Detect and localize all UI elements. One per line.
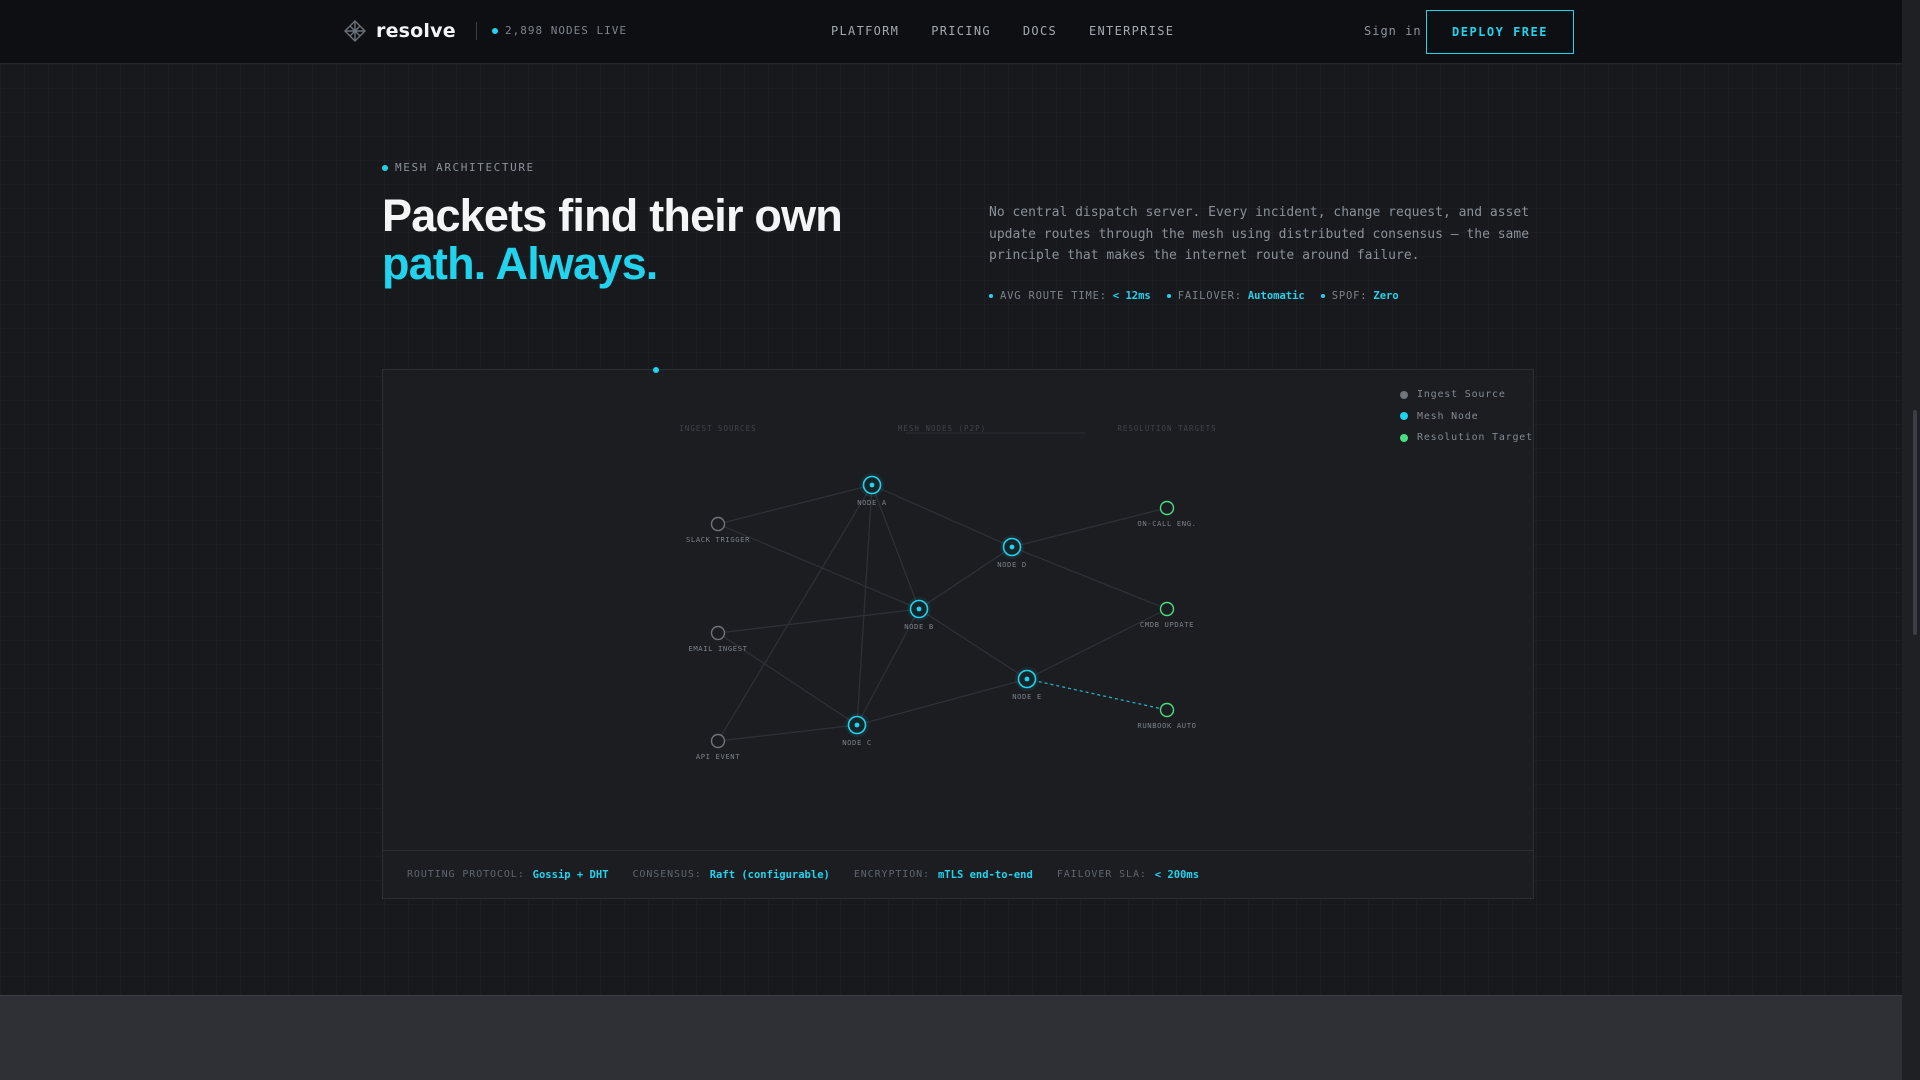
spec-label: ROUTING PROTOCOL: (407, 869, 525, 880)
node-d[interactable]: NODE D (997, 535, 1027, 569)
node-api[interactable]: API EVENT (696, 733, 740, 762)
active-route-edge (1026, 678, 1168, 711)
node-ring (710, 733, 726, 749)
spec-encryption: ENCRYPTION: mTLS end-to-end (854, 869, 1033, 881)
spec-label: CONSENSUS: (632, 869, 702, 880)
node-label: SLACK TRIGGER (686, 535, 750, 544)
mesh-graph: INGEST SOURCES MESH NODES (P2P) RESOLUTION… (679, 424, 1216, 762)
legend-label: Ingest Source (1417, 389, 1506, 401)
spec-value: Raft (configurable) (709, 868, 830, 881)
node-label: NODE C (842, 738, 872, 747)
next-section-band (0, 995, 1902, 1080)
node-label: RUNBOOK AUTO (1137, 721, 1196, 730)
spec-failover-sla: FAILOVER SLA: < 200ms (1057, 869, 1199, 881)
mesh-edge (717, 484, 873, 525)
node-core (1024, 676, 1030, 682)
node-cmdb[interactable]: CMDB UPDATE (1140, 601, 1194, 630)
diagram-spec-bar: ROUTING PROTOCOL: Gossip + DHT CONSENSUS… (383, 850, 1533, 898)
node-label: EMAIL INGEST (688, 644, 747, 653)
spec-routing: ROUTING PROTOCOL: Gossip + DHT (407, 869, 609, 881)
spec-value: Gossip + DHT (532, 868, 609, 881)
node-ring (710, 625, 726, 641)
spec-consensus: CONSENSUS: Raft (configurable) (633, 869, 830, 881)
node-label: ON-CALL ENG. (1137, 519, 1196, 528)
node-core (854, 722, 860, 728)
node-label: NODE E (1012, 692, 1042, 701)
mesh-edge (871, 484, 1013, 548)
mesh-edge (856, 484, 873, 726)
legend-item-target: Resolution Target (1400, 427, 1533, 449)
node-core (869, 482, 875, 488)
node-label: NODE D (997, 560, 1027, 569)
legend-dot-icon (1400, 390, 1408, 399)
node-oncall[interactable]: ON-CALL ENG. (1137, 500, 1196, 529)
node-runbook[interactable]: RUNBOOK AUTO (1137, 702, 1196, 731)
column-label: MESH NODES (P2P) (898, 424, 986, 433)
node-label: CMDB UPDATE (1140, 620, 1194, 629)
node-ring (1159, 702, 1175, 718)
legend-dot-icon (1400, 412, 1408, 421)
node-a[interactable]: NODE A (857, 473, 887, 507)
page-scrollbar[interactable] (1902, 0, 1920, 1080)
mesh-edge (856, 678, 1028, 726)
node-label: NODE A (857, 498, 887, 507)
node-label: API EVENT (696, 752, 740, 761)
diagram-legend: Ingest Source Mesh Node Resolution Targe… (1400, 384, 1533, 449)
mesh-edge (717, 724, 858, 742)
mesh-edge (1011, 546, 1168, 610)
node-core (916, 606, 922, 612)
node-ring (1159, 601, 1175, 617)
node-core (1009, 544, 1015, 550)
legend-label: Mesh Node (1417, 410, 1479, 422)
spec-value: mTLS end-to-end (937, 868, 1033, 881)
column-label: RESOLUTION TARGETS (1117, 424, 1216, 433)
spec-label: FAILOVER SLA: (1056, 869, 1147, 880)
legend-dot-icon (1400, 433, 1408, 442)
node-label: NODE B (904, 622, 934, 631)
node-ring (1159, 500, 1175, 516)
legend-item-mesh: Mesh Node (1400, 406, 1533, 428)
mesh-edge (717, 608, 920, 634)
legend-item-ingest: Ingest Source (1400, 384, 1533, 406)
spec-value: < 200ms (1154, 868, 1200, 881)
node-ring (710, 516, 726, 532)
mesh-edge (918, 546, 1013, 610)
mesh-edge (918, 608, 1028, 680)
legend-label: Resolution Target (1417, 432, 1533, 444)
mesh-edge (717, 484, 873, 742)
column-label: INGEST SOURCES (679, 424, 756, 433)
spec-label: ENCRYPTION: (853, 869, 930, 880)
node-slack[interactable]: SLACK TRIGGER (686, 516, 750, 545)
scrollbar-thumb[interactable] (1913, 410, 1917, 635)
